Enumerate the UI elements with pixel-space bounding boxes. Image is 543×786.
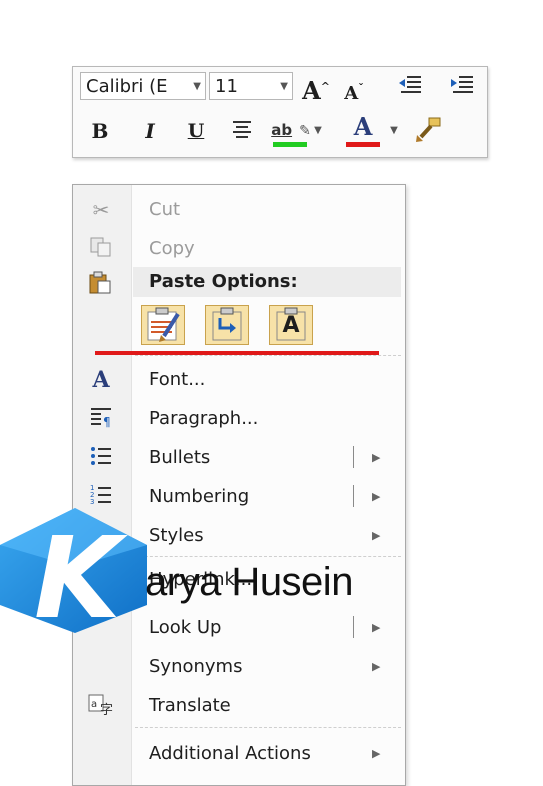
text-only-glyph: A xyxy=(282,313,300,338)
shrink-font-button[interactable]: Aˇ xyxy=(339,75,369,108)
menu-item-label: Synonyms xyxy=(149,656,243,677)
font-icon: A xyxy=(92,367,110,393)
increase-indent-icon xyxy=(451,76,473,93)
watermark-letter: K xyxy=(34,514,128,635)
paragraph-icon: ¶ xyxy=(87,406,115,432)
paste-keep-text-only-button[interactable]: A xyxy=(269,305,313,345)
font-color-dropdown-arrow[interactable]: ▼ xyxy=(387,117,401,145)
underline-button[interactable]: U xyxy=(181,117,211,145)
menu-item-paragraph[interactable]: ¶ Paragraph... xyxy=(73,400,405,436)
paste-keep-formatting-icon xyxy=(147,307,180,342)
submenu-arrow-icon[interactable]: ▶ xyxy=(372,655,380,679)
highlight-dropdown-arrow[interactable]: ▼ xyxy=(311,117,325,145)
bullets-icon xyxy=(87,445,115,471)
paste-options-header: Paste Options: xyxy=(133,267,401,297)
increase-indent-button[interactable] xyxy=(447,73,477,105)
format-painter-button[interactable] xyxy=(413,115,443,151)
mini-toolbar: Calibri (E ▼ 11 ▼ A^ Aˇ B I U ab ✎ ▼ A ▼ xyxy=(72,66,488,158)
menu-item-bullets[interactable]: Bullets ▶ xyxy=(73,439,405,475)
decrease-indent-icon xyxy=(399,76,421,93)
font-size-combo[interactable]: 11 ▼ xyxy=(209,72,293,100)
paste-keep-source-formatting-button[interactable] xyxy=(141,305,185,345)
menu-item-font[interactable]: A Font... xyxy=(73,361,405,397)
grow-font-label: A xyxy=(302,76,321,105)
menu-item-label: Paragraph... xyxy=(149,408,259,429)
menu-item-label: Cut xyxy=(149,199,181,220)
decrease-indent-button[interactable] xyxy=(395,73,425,105)
svg-text:a: a xyxy=(91,699,97,710)
svg-text:字: 字 xyxy=(100,703,113,717)
font-size-value: 11 xyxy=(215,76,238,97)
center-align-button[interactable] xyxy=(227,119,257,147)
paste-options-label: Paste Options: xyxy=(149,271,298,292)
menu-item-label: Additional Actions xyxy=(149,743,311,764)
highlight-color-bar xyxy=(273,142,307,147)
menu-item-synonyms[interactable]: Synonyms ▶ xyxy=(73,648,405,684)
submenu-arrow-icon[interactable]: ▶ xyxy=(372,742,380,766)
font-name-combo[interactable]: Calibri (E ▼ xyxy=(80,72,206,100)
chevron-down-icon[interactable]: ▼ xyxy=(280,73,288,101)
split-divider xyxy=(353,446,354,468)
align-center-icon xyxy=(233,121,251,138)
menu-item-translate[interactable]: a字 Translate xyxy=(73,687,405,723)
scissors-icon: ✂ xyxy=(92,198,110,222)
menu-item-label: Font... xyxy=(149,369,206,390)
menu-item-label: Translate xyxy=(149,695,231,716)
menu-item-copy[interactable]: Copy xyxy=(73,230,405,266)
context-menu: ✂ Cut Copy Paste Options: A A Font... ¶ … xyxy=(72,184,406,786)
format-painter-icon xyxy=(416,117,441,142)
copy-icon xyxy=(87,236,115,262)
menu-separator xyxy=(135,355,401,356)
marker-pen-icon: ✎ xyxy=(299,123,311,139)
highlight-label: ab xyxy=(271,121,293,139)
submenu-arrow-icon[interactable]: ▶ xyxy=(372,446,380,470)
paste-merge-icon xyxy=(212,307,242,341)
clipboard-icon xyxy=(87,271,115,297)
grow-font-button[interactable]: A^ xyxy=(301,73,331,105)
menu-item-label: Bullets xyxy=(149,447,211,468)
chevron-down-icon[interactable]: ▼ xyxy=(193,73,201,101)
highlight-button[interactable]: ab ✎ xyxy=(271,115,311,147)
shrink-font-label: A xyxy=(344,83,359,104)
menu-item-cut[interactable]: ✂ Cut xyxy=(73,191,405,227)
font-color-label: A xyxy=(353,112,373,141)
translate-icon: a字 xyxy=(87,693,115,719)
italic-button[interactable]: I xyxy=(135,117,165,145)
menu-item-label: Copy xyxy=(149,238,195,259)
bold-button[interactable]: B xyxy=(85,117,115,145)
paste-merge-formatting-button[interactable] xyxy=(205,305,249,345)
font-name-value: Calibri (E xyxy=(86,76,168,97)
watermark-text: arya Husein xyxy=(145,560,353,604)
annotation-red-line xyxy=(95,351,379,355)
split-divider xyxy=(353,485,354,507)
svg-text:¶: ¶ xyxy=(103,415,111,428)
menu-separator xyxy=(135,727,401,728)
font-color-bar xyxy=(346,142,380,147)
menu-item-additional-actions[interactable]: Additional Actions ▶ xyxy=(73,735,405,771)
font-color-button[interactable]: A xyxy=(343,112,383,147)
